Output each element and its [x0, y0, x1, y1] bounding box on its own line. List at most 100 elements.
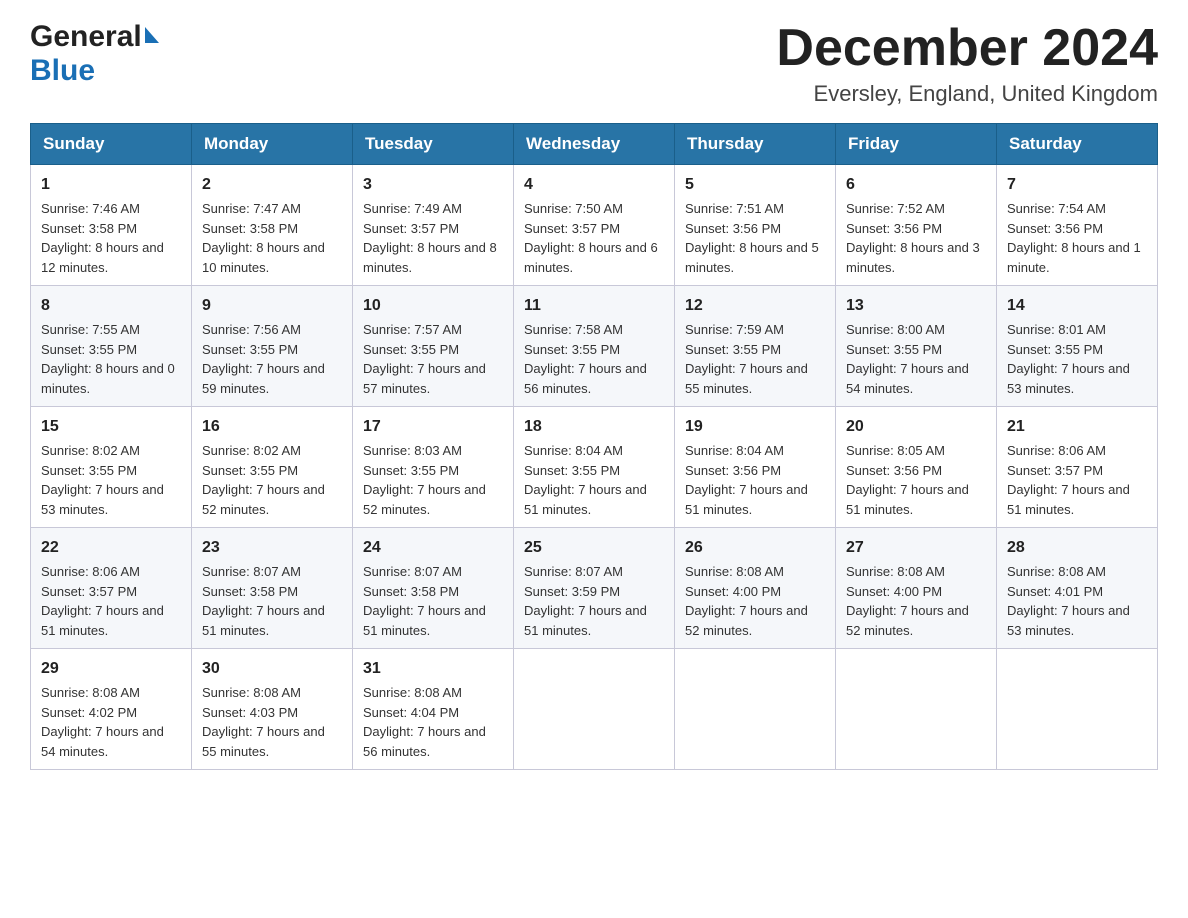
logo: General Blue: [30, 20, 159, 88]
day-info: Sunrise: 8:02 AMSunset: 3:55 PMDaylight:…: [41, 441, 181, 519]
weekday-header-row: SundayMondayTuesdayWednesdayThursdayFrid…: [31, 124, 1158, 165]
day-number: 11: [524, 294, 664, 318]
day-cell-17: 17Sunrise: 8:03 AMSunset: 3:55 PMDayligh…: [353, 407, 514, 528]
day-number: 7: [1007, 173, 1147, 197]
day-info: Sunrise: 7:58 AMSunset: 3:55 PMDaylight:…: [524, 320, 664, 398]
day-info: Sunrise: 7:54 AMSunset: 3:56 PMDaylight:…: [1007, 199, 1147, 277]
day-info: Sunrise: 8:07 AMSunset: 3:59 PMDaylight:…: [524, 562, 664, 640]
day-info: Sunrise: 8:04 AMSunset: 3:55 PMDaylight:…: [524, 441, 664, 519]
page-header: General Blue December 2024 Eversley, Eng…: [30, 20, 1158, 107]
day-cell-12: 12Sunrise: 7:59 AMSunset: 3:55 PMDayligh…: [675, 286, 836, 407]
day-cell-24: 24Sunrise: 8:07 AMSunset: 3:58 PMDayligh…: [353, 528, 514, 649]
day-number: 16: [202, 415, 342, 439]
weekday-header-wednesday: Wednesday: [514, 124, 675, 165]
day-number: 10: [363, 294, 503, 318]
day-info: Sunrise: 8:08 AMSunset: 4:00 PMDaylight:…: [846, 562, 986, 640]
day-number: 20: [846, 415, 986, 439]
day-info: Sunrise: 8:05 AMSunset: 3:56 PMDaylight:…: [846, 441, 986, 519]
day-info: Sunrise: 8:08 AMSunset: 4:02 PMDaylight:…: [41, 683, 181, 761]
day-info: Sunrise: 7:50 AMSunset: 3:57 PMDaylight:…: [524, 199, 664, 277]
day-info: Sunrise: 8:07 AMSunset: 3:58 PMDaylight:…: [202, 562, 342, 640]
logo-arrow-icon: [145, 27, 159, 43]
day-info: Sunrise: 8:01 AMSunset: 3:55 PMDaylight:…: [1007, 320, 1147, 398]
day-cell-11: 11Sunrise: 7:58 AMSunset: 3:55 PMDayligh…: [514, 286, 675, 407]
day-info: Sunrise: 7:52 AMSunset: 3:56 PMDaylight:…: [846, 199, 986, 277]
logo-blue-text: Blue: [30, 54, 95, 88]
day-number: 1: [41, 173, 181, 197]
day-cell-21: 21Sunrise: 8:06 AMSunset: 3:57 PMDayligh…: [997, 407, 1158, 528]
day-cell-16: 16Sunrise: 8:02 AMSunset: 3:55 PMDayligh…: [192, 407, 353, 528]
week-row-5: 29Sunrise: 8:08 AMSunset: 4:02 PMDayligh…: [31, 649, 1158, 770]
day-cell-3: 3Sunrise: 7:49 AMSunset: 3:57 PMDaylight…: [353, 165, 514, 286]
weekday-header-friday: Friday: [836, 124, 997, 165]
day-number: 24: [363, 536, 503, 560]
day-cell-31: 31Sunrise: 8:08 AMSunset: 4:04 PMDayligh…: [353, 649, 514, 770]
weekday-header-saturday: Saturday: [997, 124, 1158, 165]
day-cell-28: 28Sunrise: 8:08 AMSunset: 4:01 PMDayligh…: [997, 528, 1158, 649]
day-cell-30: 30Sunrise: 8:08 AMSunset: 4:03 PMDayligh…: [192, 649, 353, 770]
day-number: 15: [41, 415, 181, 439]
day-number: 17: [363, 415, 503, 439]
day-number: 12: [685, 294, 825, 318]
day-info: Sunrise: 7:51 AMSunset: 3:56 PMDaylight:…: [685, 199, 825, 277]
day-cell-23: 23Sunrise: 8:07 AMSunset: 3:58 PMDayligh…: [192, 528, 353, 649]
day-info: Sunrise: 7:59 AMSunset: 3:55 PMDaylight:…: [685, 320, 825, 398]
week-row-4: 22Sunrise: 8:06 AMSunset: 3:57 PMDayligh…: [31, 528, 1158, 649]
day-number: 23: [202, 536, 342, 560]
empty-cell: [514, 649, 675, 770]
day-cell-8: 8Sunrise: 7:55 AMSunset: 3:55 PMDaylight…: [31, 286, 192, 407]
day-number: 27: [846, 536, 986, 560]
day-number: 18: [524, 415, 664, 439]
day-number: 8: [41, 294, 181, 318]
day-info: Sunrise: 8:02 AMSunset: 3:55 PMDaylight:…: [202, 441, 342, 519]
day-info: Sunrise: 8:08 AMSunset: 4:01 PMDaylight:…: [1007, 562, 1147, 640]
day-cell-9: 9Sunrise: 7:56 AMSunset: 3:55 PMDaylight…: [192, 286, 353, 407]
day-cell-7: 7Sunrise: 7:54 AMSunset: 3:56 PMDaylight…: [997, 165, 1158, 286]
week-row-1: 1Sunrise: 7:46 AMSunset: 3:58 PMDaylight…: [31, 165, 1158, 286]
empty-cell: [997, 649, 1158, 770]
day-cell-19: 19Sunrise: 8:04 AMSunset: 3:56 PMDayligh…: [675, 407, 836, 528]
day-number: 14: [1007, 294, 1147, 318]
day-info: Sunrise: 8:08 AMSunset: 4:04 PMDaylight:…: [363, 683, 503, 761]
day-info: Sunrise: 8:03 AMSunset: 3:55 PMDaylight:…: [363, 441, 503, 519]
day-cell-13: 13Sunrise: 8:00 AMSunset: 3:55 PMDayligh…: [836, 286, 997, 407]
day-cell-22: 22Sunrise: 8:06 AMSunset: 3:57 PMDayligh…: [31, 528, 192, 649]
day-cell-15: 15Sunrise: 8:02 AMSunset: 3:55 PMDayligh…: [31, 407, 192, 528]
day-info: Sunrise: 7:57 AMSunset: 3:55 PMDaylight:…: [363, 320, 503, 398]
day-info: Sunrise: 7:55 AMSunset: 3:55 PMDaylight:…: [41, 320, 181, 398]
day-number: 19: [685, 415, 825, 439]
day-number: 25: [524, 536, 664, 560]
day-info: Sunrise: 8:07 AMSunset: 3:58 PMDaylight:…: [363, 562, 503, 640]
day-number: 6: [846, 173, 986, 197]
location-title: Eversley, England, United Kingdom: [776, 81, 1158, 107]
day-info: Sunrise: 7:56 AMSunset: 3:55 PMDaylight:…: [202, 320, 342, 398]
day-info: Sunrise: 8:06 AMSunset: 3:57 PMDaylight:…: [41, 562, 181, 640]
day-number: 4: [524, 173, 664, 197]
day-number: 21: [1007, 415, 1147, 439]
day-cell-5: 5Sunrise: 7:51 AMSunset: 3:56 PMDaylight…: [675, 165, 836, 286]
month-title: December 2024: [776, 20, 1158, 77]
day-info: Sunrise: 8:08 AMSunset: 4:00 PMDaylight:…: [685, 562, 825, 640]
calendar-table: SundayMondayTuesdayWednesdayThursdayFrid…: [30, 123, 1158, 770]
week-row-2: 8Sunrise: 7:55 AMSunset: 3:55 PMDaylight…: [31, 286, 1158, 407]
day-cell-18: 18Sunrise: 8:04 AMSunset: 3:55 PMDayligh…: [514, 407, 675, 528]
weekday-header-tuesday: Tuesday: [353, 124, 514, 165]
day-cell-20: 20Sunrise: 8:05 AMSunset: 3:56 PMDayligh…: [836, 407, 997, 528]
empty-cell: [836, 649, 997, 770]
day-info: Sunrise: 8:04 AMSunset: 3:56 PMDaylight:…: [685, 441, 825, 519]
day-number: 30: [202, 657, 342, 681]
day-number: 28: [1007, 536, 1147, 560]
day-cell-14: 14Sunrise: 8:01 AMSunset: 3:55 PMDayligh…: [997, 286, 1158, 407]
day-number: 2: [202, 173, 342, 197]
day-number: 9: [202, 294, 342, 318]
logo-general-text: General: [30, 20, 142, 54]
week-row-3: 15Sunrise: 8:02 AMSunset: 3:55 PMDayligh…: [31, 407, 1158, 528]
weekday-header-thursday: Thursday: [675, 124, 836, 165]
day-cell-10: 10Sunrise: 7:57 AMSunset: 3:55 PMDayligh…: [353, 286, 514, 407]
day-number: 26: [685, 536, 825, 560]
day-number: 31: [363, 657, 503, 681]
day-info: Sunrise: 8:00 AMSunset: 3:55 PMDaylight:…: [846, 320, 986, 398]
day-cell-29: 29Sunrise: 8:08 AMSunset: 4:02 PMDayligh…: [31, 649, 192, 770]
day-cell-6: 6Sunrise: 7:52 AMSunset: 3:56 PMDaylight…: [836, 165, 997, 286]
day-number: 3: [363, 173, 503, 197]
